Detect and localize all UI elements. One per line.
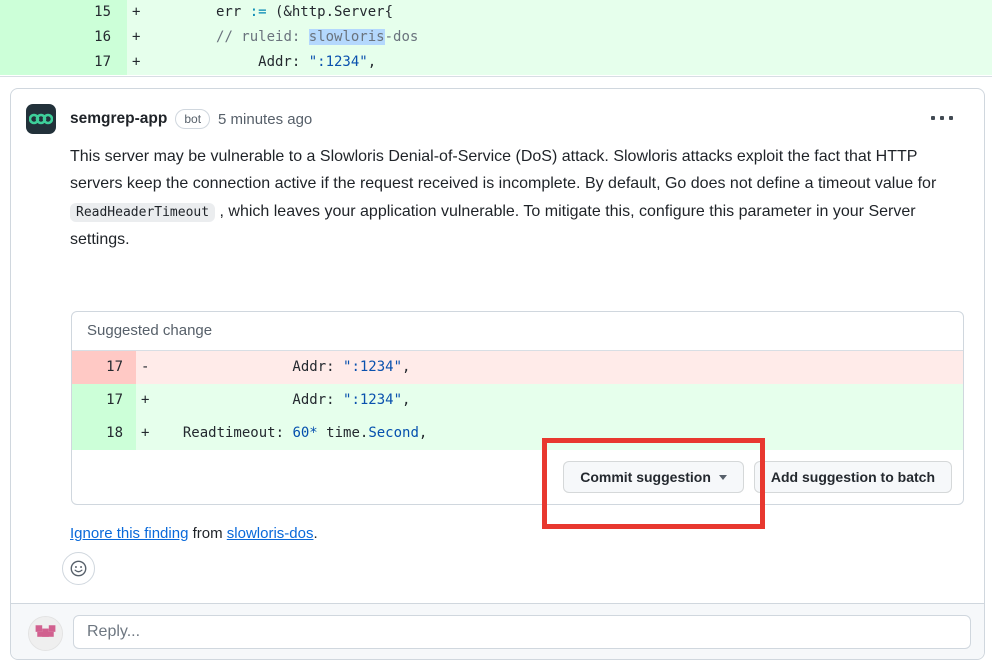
- comment-card: semgrep-app bot 5 minutes ago This serve…: [10, 88, 985, 660]
- kebab-icon: [949, 116, 953, 120]
- inline-code-span: ReadHeaderTimeout: [70, 203, 215, 222]
- code-segment: Addr:: [166, 359, 343, 375]
- kebab-icon: [931, 116, 935, 120]
- period-text: .: [313, 525, 317, 542]
- comment-timestamp[interactable]: 5 minutes ago: [218, 111, 312, 128]
- comment-body: This server may be vulnerable to a Slowl…: [70, 143, 944, 253]
- comment-options-button[interactable]: [931, 109, 961, 127]
- code-segment: ,: [402, 392, 410, 408]
- reply-input[interactable]: [73, 615, 971, 649]
- code-segment: :=: [250, 4, 267, 20]
- rule-link[interactable]: slowloris-dos: [227, 525, 314, 542]
- commit-suggestion-label: Commit suggestion: [580, 469, 711, 485]
- line-number: 17: [72, 351, 136, 384]
- diff-row: 17+ Addr: ":1234",: [0, 50, 992, 75]
- code-segment: Readtimeout:: [166, 425, 292, 441]
- commit-suggestion-button[interactable]: Commit suggestion: [563, 461, 744, 493]
- code-segment: Addr:: [166, 392, 343, 408]
- code-line: Addr: ":1234",: [157, 50, 992, 75]
- kebab-icon: [940, 116, 944, 120]
- smiley-icon: [70, 560, 87, 577]
- diff-marker: +: [127, 50, 157, 75]
- add-suggestion-to-batch-button[interactable]: Add suggestion to batch: [754, 461, 952, 493]
- code-segment: time.: [318, 425, 369, 441]
- identicon-avatar: [29, 617, 62, 650]
- diff-row: 17- Addr: ":1234",: [72, 351, 963, 384]
- bot-badge: bot: [175, 109, 210, 129]
- code-segment: 60*: [292, 425, 317, 441]
- diff-row: 15+ err := (&http.Server{: [0, 0, 992, 25]
- code-segment: Second: [368, 425, 419, 441]
- suggested-change-title: Suggested change: [72, 312, 963, 351]
- code-segment: Addr:: [157, 54, 309, 70]
- user-avatar: [28, 616, 63, 651]
- code-segment: ,: [419, 425, 427, 441]
- add-reaction-button[interactable]: [62, 552, 95, 585]
- code-line: Addr: ":1234",: [166, 351, 963, 384]
- code-line: Addr: ":1234",: [166, 384, 963, 417]
- code-segment: ":1234": [343, 392, 402, 408]
- finding-footer-text: Ignore this finding from slowloris-dos.: [70, 525, 318, 542]
- file-diff-section: 15+ err := (&http.Server{16+ // ruleid: …: [0, 0, 992, 77]
- line-number[interactable]: 16: [0, 25, 127, 50]
- semgrep-logo-icon: [29, 112, 53, 126]
- line-number[interactable]: 15: [0, 0, 127, 25]
- code-segment: (&http.Server{: [267, 4, 393, 20]
- code-line: // ruleid: slowloris-dos: [157, 25, 992, 50]
- code-segment: ,: [368, 54, 376, 70]
- suggestion-rows: 17- Addr: ":1234",17+ Addr: ":1234",18+ …: [72, 351, 963, 450]
- code-segment: // ruleid:: [216, 29, 309, 45]
- chevron-down-icon: [719, 475, 727, 480]
- diff-row: 17+ Addr: ":1234",: [72, 384, 963, 417]
- suggested-change-block: Suggested change 17- Addr: ":1234",17+ A…: [71, 311, 964, 505]
- code-segment: ,: [402, 359, 410, 375]
- line-number: 17: [72, 384, 136, 417]
- comment-author[interactable]: semgrep-app: [70, 110, 167, 128]
- diff-row: 16+ // ruleid: slowloris-dos: [0, 25, 992, 50]
- code-line: err := (&http.Server{: [157, 0, 992, 25]
- from-text: from: [193, 525, 223, 542]
- code-segment: err: [157, 4, 250, 20]
- comment-header: semgrep-app bot 5 minutes ago: [70, 107, 312, 131]
- code-segment: [157, 29, 216, 45]
- reply-section: [11, 603, 984, 659]
- suggestion-actions: Commit suggestion Add suggestion to batc…: [72, 450, 963, 504]
- diff-marker: +: [127, 25, 157, 50]
- diff-marker: +: [136, 417, 166, 450]
- code-segment: ":1234": [309, 54, 368, 70]
- top-diff-rows: 15+ err := (&http.Server{16+ // ruleid: …: [0, 0, 992, 75]
- diff-marker: +: [127, 0, 157, 25]
- code-line: Readtimeout: 60* time.Second,: [166, 417, 963, 450]
- line-number: 18: [72, 417, 136, 450]
- diff-row: 18+ Readtimeout: 60* time.Second,: [72, 417, 963, 450]
- code-segment: ":1234": [343, 359, 402, 375]
- code-segment: -dos: [385, 29, 419, 45]
- add-to-batch-label: Add suggestion to batch: [771, 469, 935, 485]
- diff-marker: -: [136, 351, 166, 384]
- diff-marker: +: [136, 384, 166, 417]
- semgrep-bot-avatar[interactable]: [26, 104, 56, 134]
- line-number[interactable]: 17: [0, 50, 127, 75]
- code-segment: slowloris: [309, 29, 385, 45]
- ignore-finding-link[interactable]: Ignore this finding: [70, 525, 188, 542]
- comment-text: This server may be vulnerable to a Slowl…: [70, 148, 936, 192]
